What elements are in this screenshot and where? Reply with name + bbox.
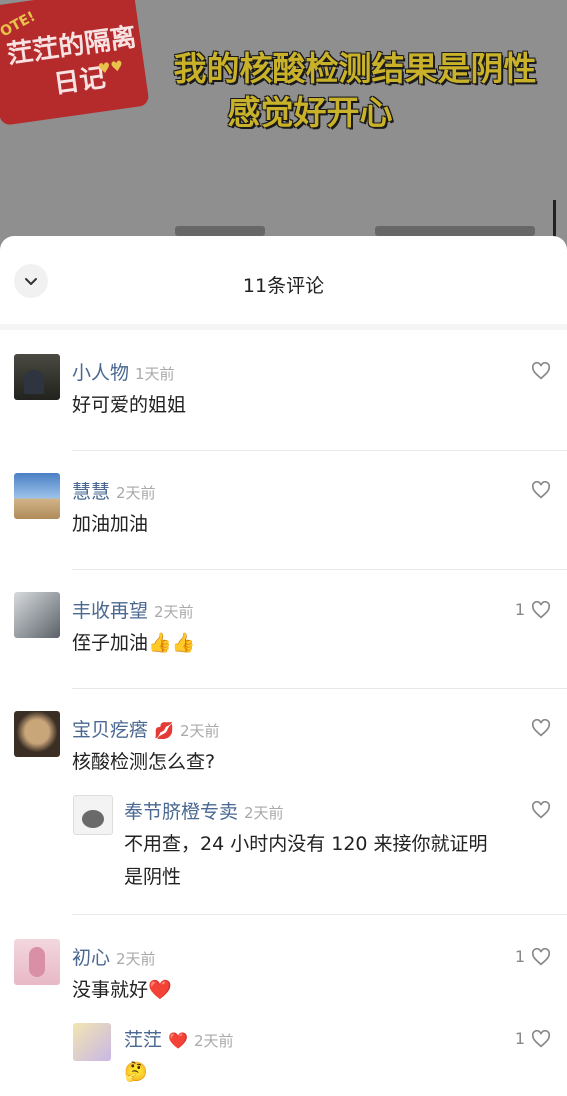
like-button[interactable]: 1	[515, 1029, 551, 1048]
heart-outline-icon	[531, 600, 551, 618]
reply-time: 2天前	[193, 1032, 234, 1050]
reply-text: 🤔	[124, 1061, 148, 1083]
comment-sheet: 11条评论 小人物 1天前 好可爱的姐姐 慧慧 2天前 加油加油 丰收再望 2天前 侄…	[0, 236, 567, 1096]
obscured-overlay-text	[375, 226, 535, 236]
comment-text: 加油加油	[72, 513, 149, 535]
like-count: 1	[514, 947, 525, 966]
comment-time: 2天前	[116, 484, 156, 502]
like-button[interactable]	[525, 719, 551, 737]
comment-text: 没事就好❤️	[72, 979, 172, 1001]
avatar[interactable]	[14, 473, 60, 519]
reply-author[interactable]: 奉节脐橙专卖 2天前	[124, 797, 284, 824]
comment-time: 2天前	[154, 603, 194, 621]
comment-author[interactable]: 宝贝疙瘩 💋 2天前	[72, 715, 220, 742]
comment-divider	[72, 688, 567, 689]
heart-outline-icon	[531, 481, 551, 499]
avatar[interactable]	[14, 354, 60, 400]
like-button[interactable]: 1	[515, 947, 551, 966]
reply-text-line1: 不用查，24 小时内没有 120 来接你就证明	[124, 833, 488, 855]
comment-divider	[72, 569, 567, 570]
like-button[interactable]	[525, 801, 551, 819]
heart-outline-icon	[531, 719, 551, 737]
avatar[interactable]	[73, 1023, 111, 1061]
comment-text: 好可爱的姐姐	[72, 394, 187, 416]
comment-text: 侄子加油👍👍	[72, 632, 196, 654]
name-emoji: 💋	[154, 721, 174, 740]
comment-author[interactable]: 丰收再望 2天前	[72, 596, 194, 623]
comment-time: 2天前	[179, 722, 220, 740]
like-button[interactable]: 1	[515, 600, 551, 619]
like-count: 1	[514, 1029, 525, 1048]
avatar[interactable]	[14, 592, 60, 638]
reply-text-line2: 是阴性	[124, 866, 182, 888]
avatar[interactable]	[14, 711, 60, 757]
heart-outline-icon	[531, 801, 551, 819]
comment-time: 1天前	[135, 365, 175, 383]
comment-author[interactable]: 慧慧 2天前	[72, 477, 156, 504]
avatar[interactable]	[73, 795, 113, 835]
video-headline-line1: 我的核酸检测结果是阴性	[173, 49, 537, 88]
like-count: 1	[514, 600, 525, 619]
video-progress-indicator	[553, 200, 556, 240]
like-button[interactable]	[525, 362, 551, 380]
comment-divider	[72, 914, 567, 915]
diary-sticker: OTE! 茳茳的隔离 日记 ♥♥	[0, 0, 150, 126]
comment-text: 核酸检测怎么查?	[72, 751, 216, 773]
heart-outline-icon	[531, 947, 551, 965]
sticker-hearts: ♥♥	[97, 58, 125, 78]
heart-outline-icon	[531, 1029, 551, 1047]
reply-author[interactable]: 茳茳 ❤️ 2天前	[124, 1025, 234, 1052]
comment-time: 2天前	[116, 950, 156, 968]
video-background[interactable]: OTE! 茳茳的隔离 日记 ♥♥ 我的核酸检测结果是阴性 感觉好开心	[0, 0, 567, 260]
heart-outline-icon	[531, 362, 551, 380]
comment-author[interactable]: 小人物 1天前	[72, 358, 175, 385]
header-separator	[0, 324, 567, 330]
comment-author[interactable]: 初心 2天前	[72, 943, 156, 970]
avatar[interactable]	[14, 939, 60, 985]
video-headline-line2: 感觉好开心	[227, 93, 393, 132]
name-emoji: ❤️	[168, 1031, 188, 1050]
like-button[interactable]	[525, 481, 551, 499]
comment-divider	[72, 450, 567, 451]
obscured-overlay-text	[175, 226, 265, 236]
reply-time: 2天前	[244, 804, 284, 822]
comment-count-title: 11条评论	[242, 275, 325, 297]
